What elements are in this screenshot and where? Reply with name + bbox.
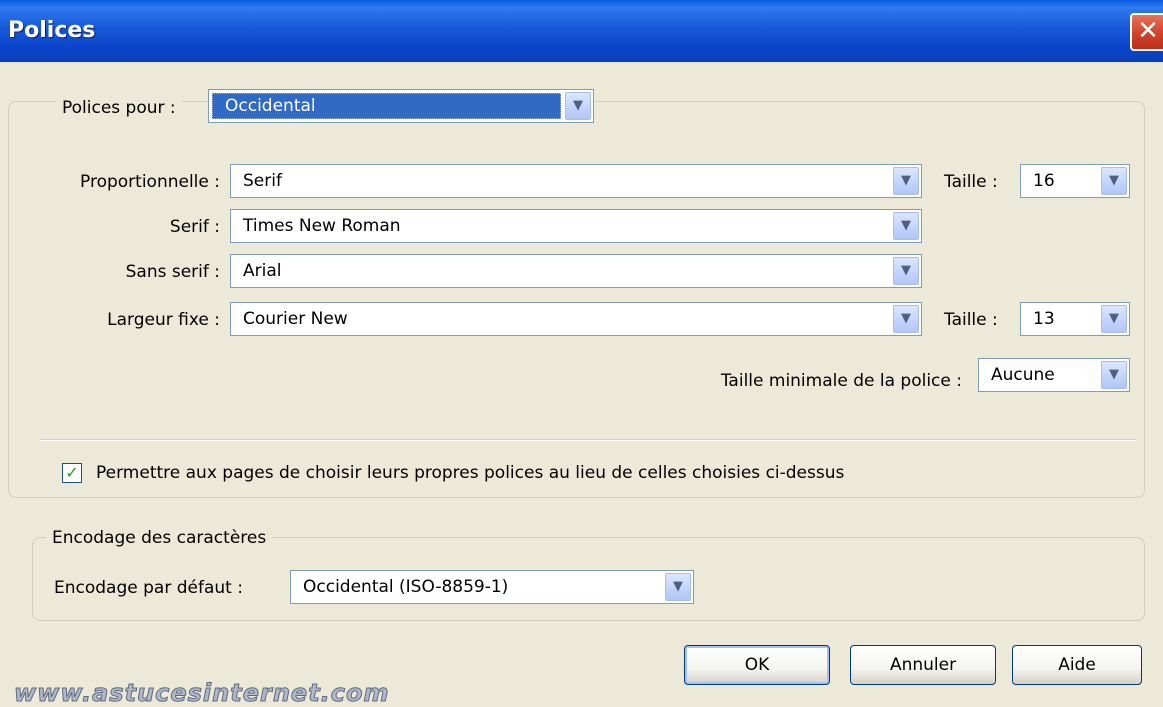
help-button[interactable]: Aide [1012,645,1142,685]
language-value: Occidental [225,96,316,116]
chevron-down-icon: ▼ [893,257,919,285]
chevron-down-icon: ▼ [1101,361,1127,389]
window-title: Polices [8,18,96,43]
monospace-select[interactable]: Courier New ▼ [230,302,922,336]
chevron-down-icon: ▼ [1101,167,1127,195]
proportional-select[interactable]: Serif ▼ [230,164,922,198]
serif-value: Times New Roman [243,216,401,236]
sans-serif-value: Arial [243,261,282,281]
monospace-value: Courier New [243,309,348,329]
encoding-group-title: Encodage des caractères [46,526,273,550]
default-encoding-label: Encodage par défaut : [54,578,243,598]
proportional-label: Proportionnelle : [80,172,220,192]
cancel-button[interactable]: Annuler [850,645,996,685]
min-size-label: Taille minimale de la police : [720,371,962,391]
allow-pages-checkbox[interactable]: ✓ [62,463,82,483]
proportional-size-label: Taille : [944,172,998,192]
sans-serif-label: Sans serif : [125,262,220,282]
checkmark-icon: ✓ [65,463,79,482]
watermark: www.astucesinternet.com [14,679,390,707]
monospace-size-label: Taille : [944,310,998,330]
min-size-select[interactable]: Aucune ▼ [978,358,1130,392]
sans-serif-select[interactable]: Arial ▼ [230,254,922,288]
proportional-size-select[interactable]: 16 ▼ [1020,164,1130,198]
min-size-value: Aucune [991,365,1055,385]
chevron-down-icon: ▼ [893,167,919,195]
ok-button[interactable]: OK [684,645,830,685]
fonts-for-label: Polices pour : [56,96,182,120]
chevron-down-icon: ▼ [893,212,919,240]
separator [40,439,1136,441]
chevron-down-icon: ▼ [893,305,919,333]
title-bar: Polices ✕ [0,0,1163,62]
chevron-down-icon: ▼ [665,573,691,601]
default-encoding-value: Occidental (ISO-8859-1) [303,577,509,597]
proportional-size-value: 16 [1033,171,1055,191]
serif-select[interactable]: Times New Roman ▼ [230,209,922,243]
language-select[interactable]: Occidental ▼ [208,89,594,123]
chevron-down-icon: ▼ [565,92,591,120]
chevron-down-icon: ▼ [1101,305,1127,333]
close-button[interactable]: ✕ [1130,13,1163,51]
default-encoding-select[interactable]: Occidental (ISO-8859-1) ▼ [290,570,694,604]
close-icon: ✕ [1137,16,1159,46]
proportional-value: Serif [243,171,282,191]
monospace-size-select[interactable]: 13 ▼ [1020,302,1130,336]
monospace-size-value: 13 [1033,309,1055,329]
monospace-label: Largeur fixe : [107,310,220,330]
serif-label: Serif : [169,217,220,237]
allow-pages-label[interactable]: Permettre aux pages de choisir leurs pro… [96,461,844,485]
